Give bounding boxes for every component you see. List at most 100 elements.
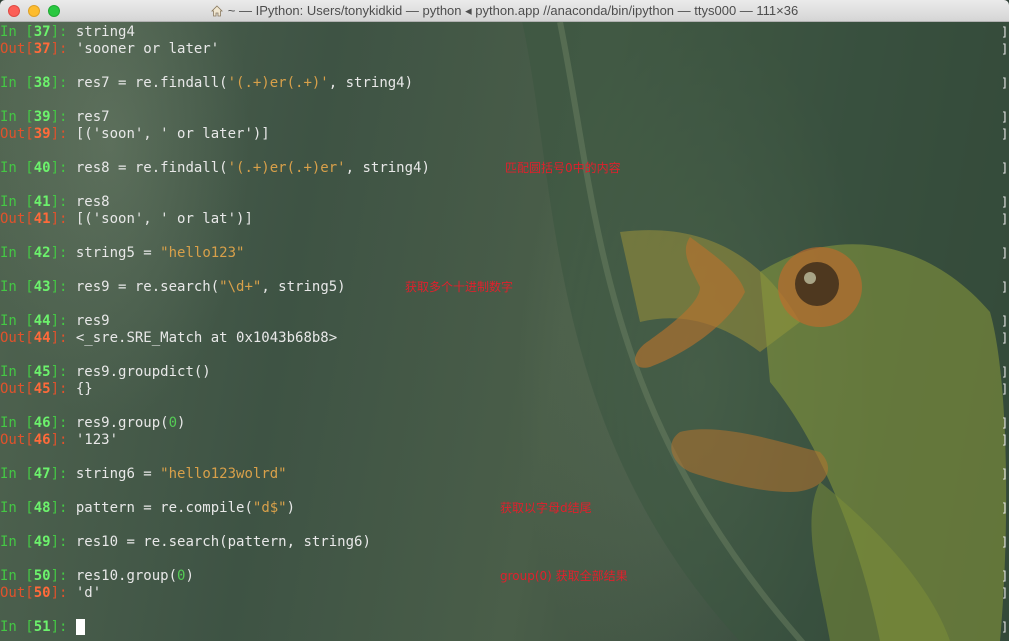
title-bar[interactable]: ~ — IPython: Users/tonykidkid — python ◂…	[0, 0, 1009, 22]
prompt-suffix: ]:	[50, 381, 76, 397]
prompt-number: 37	[33, 24, 51, 40]
code-text: , string4)	[345, 160, 430, 176]
code-text: <_sre.SRE_Match at 0x1043b68b8>	[75, 330, 338, 346]
annotation-note: 获取以字母d结尾	[500, 501, 592, 515]
code-text: )	[185, 568, 194, 584]
string-literal: '(.+)er(.+)er'	[227, 160, 346, 176]
in-prompt: In [45]:	[0, 364, 76, 380]
prompt-prefix: Out[	[0, 432, 34, 448]
out-prompt: Out[45]:	[0, 381, 76, 397]
terminal-content[interactable]: In [37]: string4] Out[37]: 'sooner or lat…	[0, 22, 1009, 641]
prompt-suffix: ]:	[50, 313, 76, 329]
string-literal: "hello123wolrd"	[160, 466, 287, 482]
prompt-prefix: In [	[0, 619, 34, 635]
input-line: In [47]: string6 = "hello123wolrd"]	[0, 466, 1009, 483]
prompt-number: 37	[33, 41, 51, 57]
code-text: res7 = re.findall(	[75, 75, 228, 91]
prompt-suffix: ]:	[50, 211, 76, 227]
line-edge-marker: ]	[1001, 535, 1009, 549]
prompt-prefix: In [	[0, 194, 34, 210]
prompt-number: 49	[33, 534, 51, 550]
prompt-number: 50	[33, 585, 51, 601]
prompt-suffix: ]:	[50, 41, 76, 57]
out-prompt: Out[46]:	[0, 432, 76, 448]
in-prompt: In [40]:	[0, 160, 76, 176]
line-edge-marker: ]	[1001, 569, 1009, 583]
line-edge-marker: ]	[1001, 331, 1009, 345]
prompt-prefix: In [	[0, 313, 34, 329]
in-prompt: In [44]:	[0, 313, 76, 329]
number-literal: 0	[168, 415, 178, 431]
prompt-suffix: ]:	[50, 432, 76, 448]
prompt-number: 46	[33, 415, 51, 431]
code-text: 'd'	[75, 585, 102, 601]
prompt-prefix: In [	[0, 500, 34, 516]
terminal-output: In [37]: string4] Out[37]: 'sooner or lat…	[0, 24, 1009, 636]
in-prompt: In [38]:	[0, 75, 76, 91]
prompt-number: 51	[33, 619, 51, 635]
prompt-number: 45	[33, 364, 51, 380]
prompt-number: 42	[33, 245, 51, 261]
code-text: string6 =	[75, 466, 161, 482]
code-text: res9	[75, 313, 110, 329]
code-text: , string4)	[328, 75, 414, 91]
code-text: res10 = re.search(pattern, string6)	[75, 534, 371, 550]
terminal-window: ~ — IPython: Users/tonykidkid — python ◂…	[0, 0, 1009, 641]
line-edge-marker: ]	[1001, 280, 1009, 294]
window-title-container: ~ — IPython: Users/tonykidkid — python ◂…	[0, 0, 1009, 22]
code-text: res9.group(	[75, 415, 169, 431]
prompt-number: 48	[33, 500, 51, 516]
line-edge-marker: ]	[1001, 416, 1009, 430]
text-cursor[interactable]	[75, 619, 85, 635]
input-line: In [38]: res7 = re.findall('(.+)er(.+)',…	[0, 75, 1009, 92]
code-text: 'sooner or later'	[75, 41, 220, 57]
input-line: In [46]: res9.group(0)]	[0, 415, 1009, 432]
input-line: In [51]: ]	[0, 619, 1009, 636]
line-edge-marker: ]	[1001, 586, 1009, 600]
annotation-note: group(0) 获取全部结果	[500, 569, 628, 583]
prompt-suffix: ]:	[50, 245, 76, 261]
prompt-suffix: ]:	[50, 568, 76, 584]
in-prompt: In [49]:	[0, 534, 76, 550]
annotation-note: 匹配圆括号0中的内容	[505, 161, 621, 175]
prompt-number: 50	[33, 568, 51, 584]
prompt-suffix: ]:	[50, 279, 76, 295]
input-line: In [50]: res10.group(0) group(0) 获取全部结果]	[0, 568, 1009, 585]
line-edge-marker: ]	[1001, 314, 1009, 328]
out-prompt: Out[50]:	[0, 585, 76, 601]
code-text: string4	[75, 24, 135, 40]
input-line: In [41]: res8]	[0, 194, 1009, 211]
in-prompt: In [43]:	[0, 279, 76, 295]
in-prompt: In [51]:	[0, 619, 76, 635]
prompt-prefix: Out[	[0, 381, 34, 397]
out-prompt: Out[37]:	[0, 41, 76, 57]
prompt-suffix: ]:	[50, 75, 76, 91]
in-prompt: In [50]:	[0, 568, 76, 584]
input-line: In [42]: string5 = "hello123"]	[0, 245, 1009, 262]
out-prompt: Out[44]:	[0, 330, 76, 346]
prompt-number: 44	[33, 313, 51, 329]
prompt-number: 43	[33, 279, 51, 295]
output-line: Out[41]: [('soon', ' or lat')]]	[0, 211, 1009, 228]
prompt-prefix: Out[	[0, 41, 34, 57]
prompt-suffix: ]:	[50, 585, 76, 601]
prompt-suffix: ]:	[50, 109, 76, 125]
prompt-suffix: ]:	[50, 415, 76, 431]
in-prompt: In [39]:	[0, 109, 76, 125]
prompt-prefix: In [	[0, 109, 34, 125]
line-edge-marker: ]	[1001, 110, 1009, 124]
prompt-prefix: In [	[0, 466, 34, 482]
input-line: In [49]: res10 = re.search(pattern, stri…	[0, 534, 1009, 551]
input-line: In [44]: res9]	[0, 313, 1009, 330]
output-line: Out[37]: 'sooner or later']	[0, 41, 1009, 58]
out-prompt: Out[39]:	[0, 126, 76, 142]
prompt-number: 44	[33, 330, 51, 346]
line-edge-marker: ]	[1001, 501, 1009, 515]
